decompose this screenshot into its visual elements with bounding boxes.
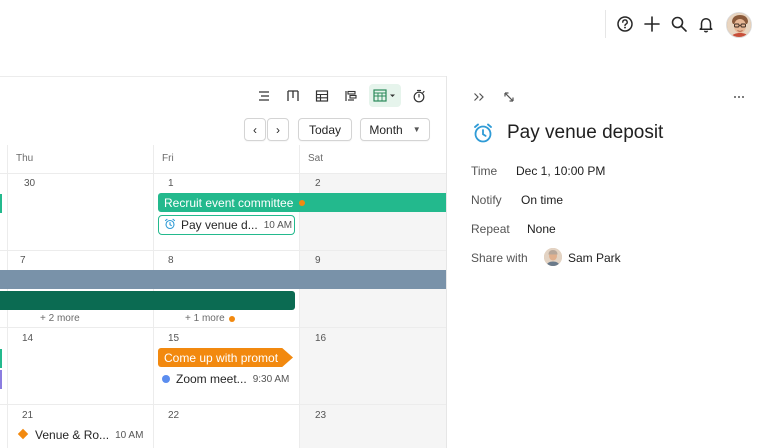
more-link[interactable]: + 1 more <box>185 313 235 324</box>
calendar-grid: Thu Fri Sat 30 1 2 Recruit event committ… <box>0 145 446 448</box>
today-button[interactable]: Today <box>298 118 352 141</box>
timeline-view-icon[interactable] <box>342 87 360 105</box>
day-number[interactable]: 9 <box>315 255 321 266</box>
avatar <box>544 248 562 266</box>
day-number[interactable]: 15 <box>168 333 179 344</box>
time-label: Time <box>471 164 498 178</box>
day-number[interactable]: 21 <box>22 410 33 421</box>
status-dot <box>228 315 235 322</box>
detail-panel: Pay venue deposit Time Dec 1, 10:00 PM N… <box>446 76 768 448</box>
milestone-icon <box>17 428 29 443</box>
event-bar-edge[interactable] <box>0 349 2 368</box>
prev-button[interactable]: ‹ <box>244 118 266 141</box>
notify-label: Notify <box>471 193 502 207</box>
more-options-icon[interactable] <box>730 88 748 106</box>
stopwatch-icon[interactable] <box>410 87 428 105</box>
notify-value[interactable]: On time <box>521 193 563 207</box>
bell-icon[interactable] <box>696 14 716 34</box>
top-divider <box>605 10 606 38</box>
row-divider <box>0 327 446 328</box>
calendar-view-button[interactable] <box>369 84 401 107</box>
event-bar-edge[interactable] <box>0 370 2 389</box>
status-dot <box>162 375 170 383</box>
board-view-icon[interactable] <box>284 87 302 105</box>
list-view-icon[interactable] <box>255 87 273 105</box>
time-value[interactable]: Dec 1, 10:00 PM <box>516 164 605 178</box>
day-number[interactable]: 14 <box>22 333 33 344</box>
weekend-shade <box>300 173 446 448</box>
top-bar <box>0 0 768 50</box>
day-number[interactable]: 2 <box>315 178 321 189</box>
event-multi-day-dark[interactable] <box>0 291 295 310</box>
alarm-icon <box>164 218 176 233</box>
day-number[interactable]: 7 <box>20 255 26 266</box>
repeat-value[interactable]: None <box>527 222 556 236</box>
chevron-down-icon: ▼ <box>412 125 421 134</box>
row-divider <box>0 250 446 251</box>
day-number[interactable]: 16 <box>315 333 326 344</box>
col-divider <box>299 145 300 448</box>
event-promo[interactable]: Come up with promot <box>158 348 293 367</box>
event-recruit[interactable]: Recruit event committee <box>158 193 446 212</box>
repeat-label: Repeat <box>471 222 510 236</box>
table-view-icon[interactable] <box>313 87 331 105</box>
day-number[interactable]: 30 <box>24 178 35 189</box>
collapse-panel-icon[interactable] <box>470 88 488 106</box>
help-icon[interactable] <box>615 14 635 34</box>
event-zoom[interactable]: Zoom meet... 9:30 AM <box>162 369 289 389</box>
event-venue[interactable]: Venue & Ro... 10 AM <box>17 425 143 445</box>
range-select[interactable]: Month ▼ <box>360 118 430 141</box>
status-dot <box>299 199 306 206</box>
row-divider <box>0 173 446 174</box>
share-label: Share with <box>471 251 528 265</box>
share-value[interactable]: Sam Park <box>568 251 621 265</box>
row-divider <box>0 404 446 405</box>
expand-icon[interactable] <box>500 88 518 106</box>
detail-title[interactable]: Pay venue deposit <box>507 122 663 144</box>
weekday-fri: Fri <box>162 153 174 164</box>
event-multi-day[interactable] <box>0 270 446 289</box>
more-link[interactable]: + 2 more <box>40 313 80 324</box>
add-icon[interactable] <box>642 14 662 34</box>
alarm-icon <box>472 122 494 144</box>
day-number[interactable]: 22 <box>168 410 179 421</box>
event-bar-edge[interactable] <box>0 194 2 213</box>
weekday-sat: Sat <box>308 153 324 164</box>
day-number[interactable]: 8 <box>168 255 174 266</box>
next-button[interactable]: › <box>267 118 289 141</box>
day-number[interactable]: 1 <box>168 178 174 189</box>
day-number[interactable]: 23 <box>315 410 326 421</box>
avatar[interactable] <box>726 12 752 38</box>
event-pay-venue[interactable]: Pay venue d... 10 AM <box>158 215 295 235</box>
weekday-thu: Thu <box>16 153 34 164</box>
search-icon[interactable] <box>669 14 689 34</box>
